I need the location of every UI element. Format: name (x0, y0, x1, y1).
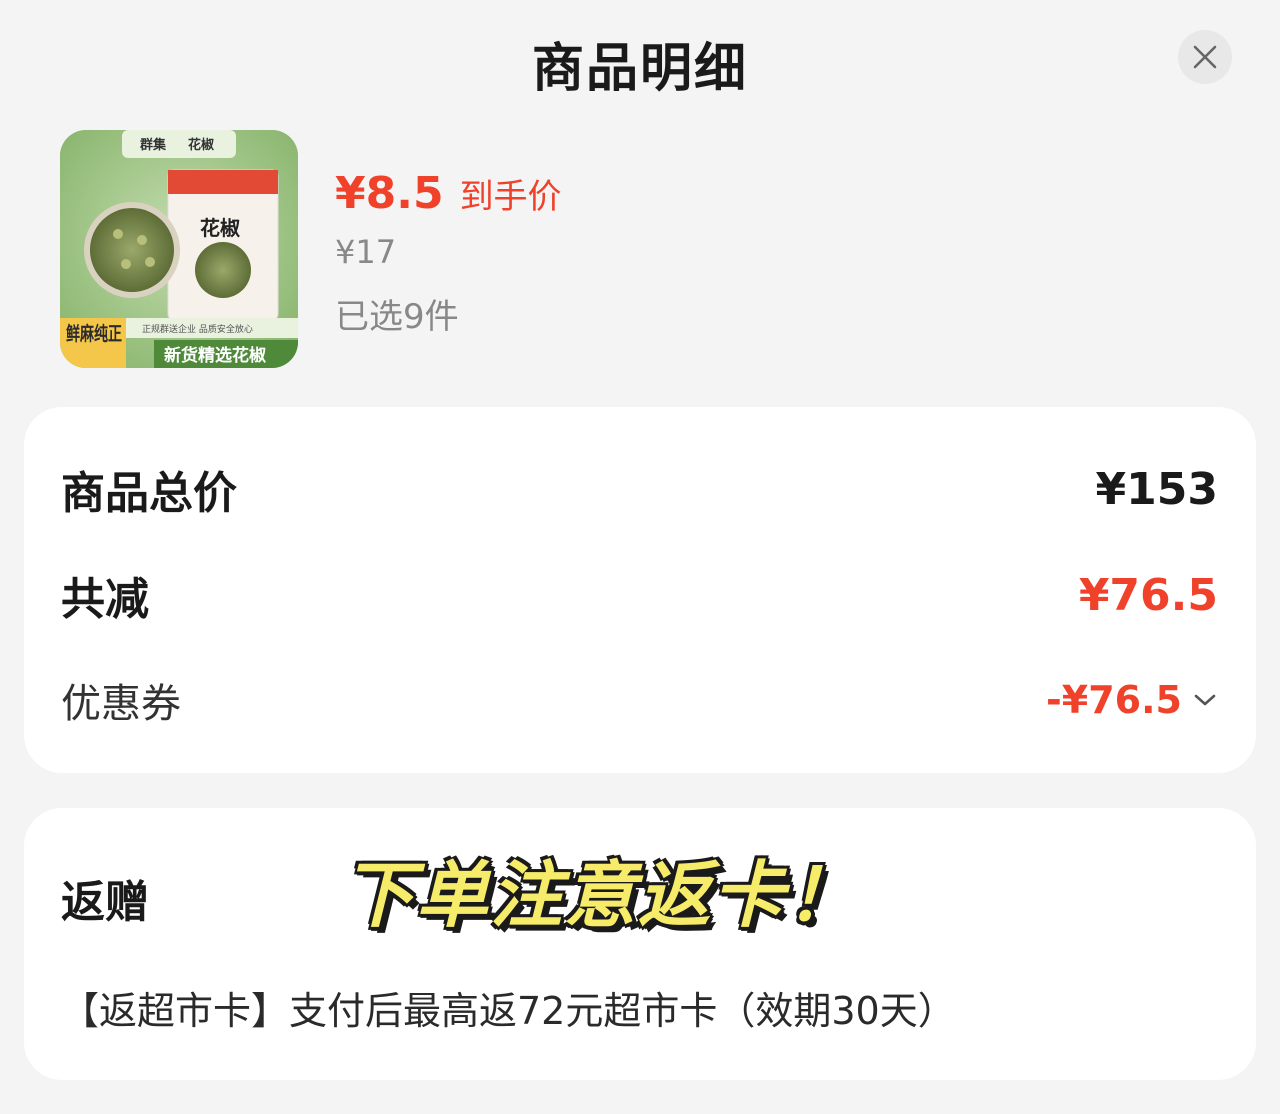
image-subline: 正规群送企业 品质安全放心 (142, 323, 253, 335)
final-price-label: 到手价 (459, 177, 562, 217)
discount-row: 共减 ¥76.5 (61, 563, 1218, 627)
final-price: ¥8.5 (335, 168, 444, 219)
total-value: ¥153 (1095, 463, 1218, 515)
close-icon (1193, 45, 1217, 69)
reminder-stamp: 下单注意返卡！ (342, 853, 861, 937)
product-image[interactable]: 群集 花椒 花椒 鲜麻纯正 正规群送企业 品质安全放心 新货精选花椒 (60, 130, 298, 368)
discount-label: 共减 (61, 574, 149, 625)
coupon-value: -¥76.5 (1046, 678, 1182, 722)
header: 商品明细 (0, 0, 1280, 120)
gift-label: 返赠 (61, 877, 149, 928)
total-row: 商品总价 ¥153 (61, 457, 1218, 521)
gift-description: 【返超市卡】支付后最高返72元超市卡（效期30天） (61, 989, 956, 1033)
total-label: 商品总价 (61, 468, 237, 519)
coupon-label: 优惠券 (61, 681, 181, 727)
image-tagline: 鲜麻纯正 (66, 322, 122, 345)
close-button[interactable] (1178, 30, 1232, 84)
product-summary: 群集 花椒 花椒 鲜麻纯正 正规群送企业 品质安全放心 新货精选花椒 ¥8.5 … (60, 130, 1220, 370)
price-breakdown-card: 商品总价 ¥153 共减 ¥76.5 优惠券 -¥76.5 (24, 407, 1256, 773)
image-brand: 群集 (140, 137, 167, 153)
chevron-down-icon (1194, 694, 1216, 706)
original-price: ¥17 (335, 233, 397, 271)
image-slogan: 新货精选花椒 (164, 345, 266, 366)
package-name: 花椒 (200, 216, 240, 240)
coupon-toggle[interactable]: -¥76.5 (1046, 678, 1218, 722)
coupon-row[interactable]: 优惠券 -¥76.5 (61, 671, 1218, 729)
page-title: 商品明细 (531, 39, 748, 99)
price-info: ¥8.5 到手价 ¥17 已选9件 (335, 168, 562, 338)
gift-card: 返赠 下单注意返卡！ 【返超市卡】支付后最高返72元超市卡（效期30天） (24, 808, 1256, 1080)
selected-count: 已选9件 (335, 297, 459, 337)
discount-value: ¥76.5 (1078, 569, 1218, 621)
image-name-tab: 花椒 (188, 137, 214, 153)
